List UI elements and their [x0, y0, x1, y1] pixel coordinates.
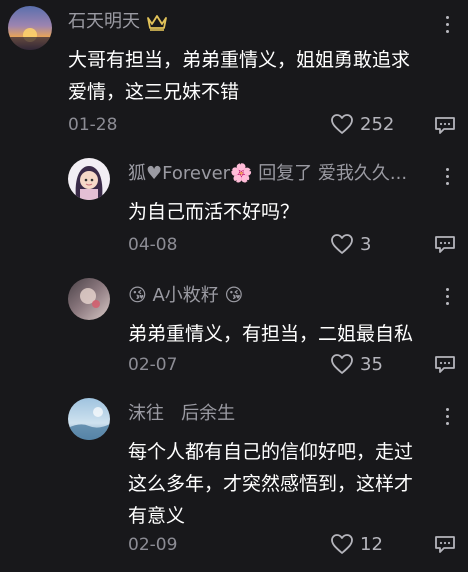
comment-text-line: 弟弟重情义，有担当，二姐最自私: [128, 323, 414, 345]
like-button[interactable]: 3: [330, 233, 371, 255]
more-options-icon[interactable]: [446, 408, 450, 426]
reply-item: 沫往 后余生 每个人都有自己的信仰好吧，走过 这么多年，才突然感悟到，这样才 有…: [0, 388, 468, 572]
comment-author-name[interactable]: 狐♥Forever🌸 回复了 爱我久久...: [128, 162, 436, 186]
avatar[interactable]: [68, 398, 110, 440]
avatar-sky-image: [68, 407, 110, 440]
reply-item: 😘 A小敉籽 😘 弟弟重情义，有担当，二姐最自私 02-07 35: [0, 268, 468, 388]
reply-icon[interactable]: [434, 116, 456, 134]
like-button[interactable]: 252: [330, 113, 394, 135]
heart-outline-icon: [331, 534, 353, 554]
comment-author-name[interactable]: 石天明天: [68, 10, 168, 34]
like-count: 12: [360, 533, 383, 555]
avatar[interactable]: [68, 158, 110, 200]
comment-text: 弟弟重情义，有担当，二姐最自私: [128, 318, 448, 350]
more-options-icon[interactable]: [446, 16, 450, 34]
reply-item: 狐♥Forever🌸 回复了 爱我久久... 为自己而活不好吗？ 04-08 3: [0, 150, 468, 268]
like-count: 3: [360, 233, 372, 255]
comment-item: 石天明天 大哥有担当，弟弟重情义，姐姐勇敢追求 爱情，这三兄妹不错 01-28 …: [0, 0, 468, 150]
avatar-girl-image: [75, 166, 103, 200]
like-button[interactable]: 35: [330, 353, 383, 375]
avatar[interactable]: [68, 278, 110, 320]
comment-text-line: 每个人都有自己的信仰好吧，走过: [128, 441, 414, 463]
like-count: 35: [360, 353, 383, 375]
avatar-sunset-image: [8, 28, 52, 50]
comment-author-name[interactable]: 😘 A小敉籽 😘: [128, 284, 243, 308]
crown-icon: [146, 15, 167, 31]
comment-text-line: 有意义: [128, 505, 186, 527]
reply-icon[interactable]: [434, 535, 456, 553]
comment-date: 01-28: [68, 115, 118, 135]
heart-outline-icon: [331, 234, 353, 254]
comment-date: 02-07: [128, 355, 178, 375]
avatar-photo-image: [80, 288, 100, 308]
comment-text: 为自己而活不好吗？: [128, 196, 448, 228]
heart-outline-icon: [331, 354, 353, 374]
comment-text-line: 爱情，这三兄妹不错: [68, 81, 240, 103]
heart-outline-icon: [331, 114, 353, 134]
more-options-icon[interactable]: [446, 168, 450, 186]
like-count: 252: [360, 113, 395, 135]
avatar[interactable]: [8, 6, 52, 50]
comment-text: 每个人都有自己的信仰好吧，走过 这么多年，才突然感悟到，这样才 有意义: [128, 436, 458, 532]
reply-icon[interactable]: [434, 235, 456, 253]
reply-icon[interactable]: [434, 355, 456, 373]
comment-date: 04-08: [128, 235, 178, 255]
comment-text: 大哥有担当，弟弟重情义，姐姐勇敢追求 爱情，这三兄妹不错: [68, 44, 448, 108]
comment-author-name[interactable]: 沫往 后余生: [128, 402, 235, 426]
more-options-icon[interactable]: [446, 288, 450, 306]
comment-text-line: 这么多年，才突然感悟到，这样才: [128, 473, 414, 495]
comment-text-line: 大哥有担当，弟弟重情义，姐姐勇敢追求: [68, 49, 411, 71]
comment-date: 02-09: [128, 535, 178, 555]
like-button[interactable]: 12: [330, 533, 383, 555]
comment-text-line: 为自己而活不好吗？: [128, 201, 300, 223]
author-name-text[interactable]: 石天明天: [68, 11, 140, 32]
